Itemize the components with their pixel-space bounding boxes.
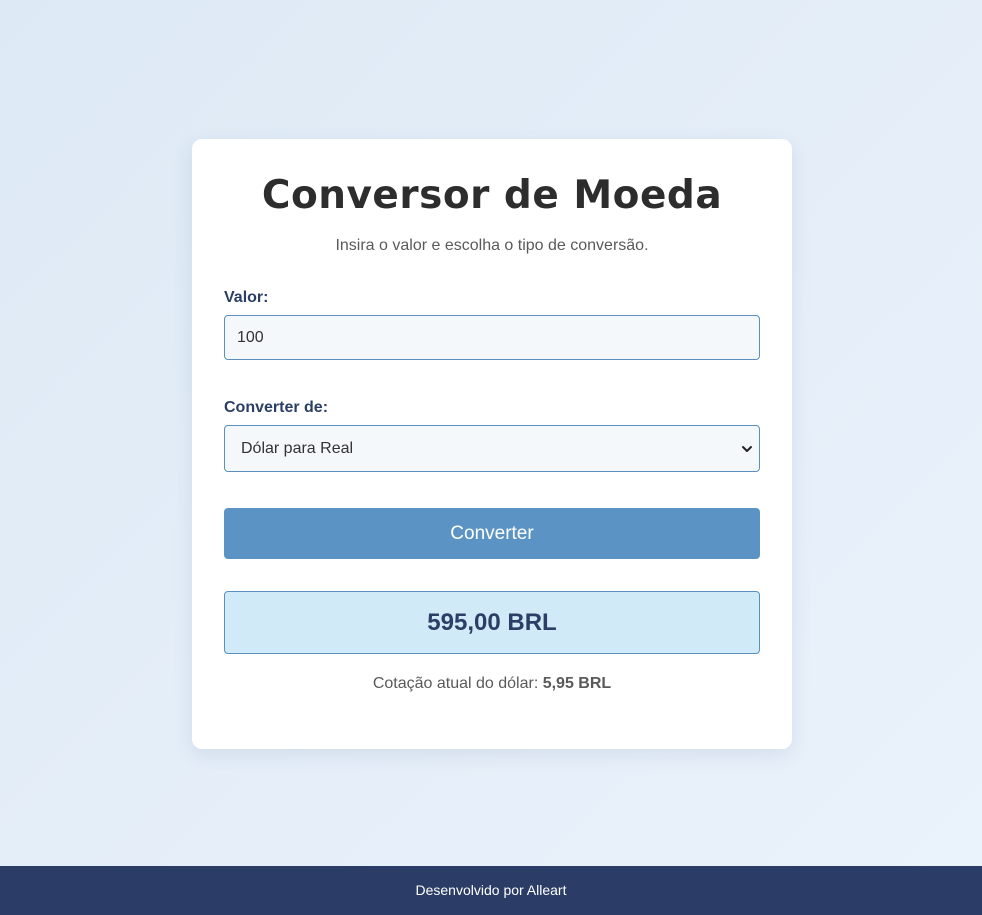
page-title: Conversor de Moeda — [261, 173, 723, 218]
conversion-type-label: Converter de: — [224, 399, 329, 416]
conversion-type-selected-value: Dólar para Real — [241, 440, 354, 457]
page-subtitle: Insira o valor e escolha o tipo de conve… — [335, 237, 649, 254]
conversion-result: 595,00 BRL — [224, 591, 760, 654]
converter-card: Conversor de Moeda Insira o valor e esco… — [192, 139, 792, 749]
exchange-rate-label: Cotação atual do dólar: — [372, 675, 543, 692]
chevron-down-icon — [741, 426, 753, 471]
convert-button[interactable]: Converter — [224, 508, 760, 559]
footer-credit: Desenvolvido por Alleart — [415, 882, 567, 898]
amount-label: Valor: — [224, 289, 269, 306]
exchange-rate-info: Cotação atual do dólar: 5,95 BRL — [224, 674, 760, 694]
exchange-rate-value: 5,95 BRL — [542, 675, 612, 692]
conversion-type-select[interactable]: Dólar para Real — [224, 425, 760, 472]
footer: Desenvolvido por Alleart — [0, 866, 982, 915]
amount-input[interactable]: 100 — [224, 315, 760, 360]
